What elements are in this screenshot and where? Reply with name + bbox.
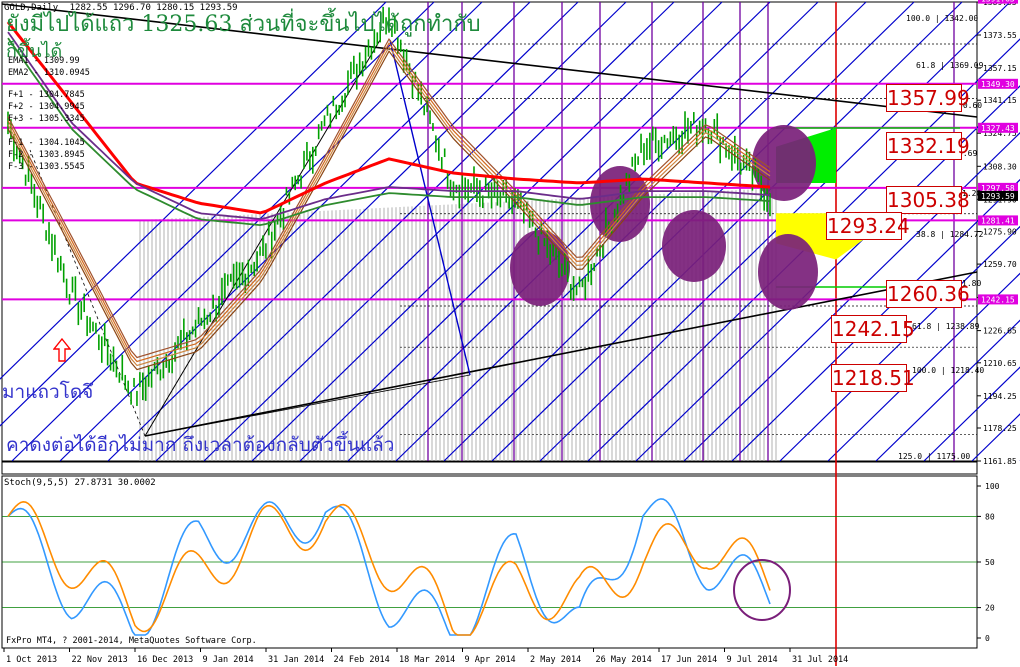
stoch-tick-label: 0 — [985, 634, 990, 643]
purple-circle-marker — [510, 230, 570, 306]
time-tick-label: 26 May 2014 — [596, 655, 652, 665]
price-tick-label: 1308.30 — [983, 162, 1017, 171]
f-line-1: F+1 - 1304.7845 — [8, 90, 85, 100]
boxed-label-1332: 1332.19 — [886, 132, 970, 160]
time-tick-label: 22 Nov 2013 — [72, 655, 128, 665]
time-tick-label: 9 Jan 2014 — [203, 655, 254, 665]
boxed-label-1305: 1305.38 — [886, 186, 970, 214]
price-tag-label: 1391.63 — [981, 0, 1015, 4]
fm-line-3: F-3 - 1303.5545 — [8, 162, 85, 172]
time-tick-label: 24 Feb 2014 — [334, 655, 390, 665]
fib-label-618-top: 61.8 | 1369.09 — [916, 61, 984, 70]
boxed-label-1260: 1260.36 — [886, 280, 970, 308]
price-tick-label: 1210.65 — [983, 359, 1017, 368]
price-tick-label: 1357.15 — [983, 64, 1017, 73]
ema-line-2: EMA2 - 1310.0945 — [8, 68, 90, 78]
price-tick-label: 1373.55 — [983, 31, 1017, 40]
fib-label-618-low: 61.8 | 1238.89 — [912, 322, 980, 331]
thai-annotation-top: ยังมีไปได้แถว 1325.63 ส่วนที่จะขึ้นไปได้… — [6, 12, 481, 37]
boxed-label-1242: 1242.15 — [831, 315, 915, 343]
price-tick-label: 1226.65 — [983, 327, 1017, 336]
fib-label-125: 125.0 | 1175.00 — [898, 452, 971, 461]
up-arrow-icon — [53, 338, 71, 362]
stoch-tick-label: 80 — [985, 512, 995, 521]
stoch-tick-label: 20 — [985, 604, 995, 613]
time-tick-label: 16 Dec 2013 — [137, 655, 193, 665]
time-tick-label: 9 Apr 2014 — [465, 655, 516, 665]
thai-annotation-bottom: คาดงต่อได้อีกไม่มาก ถึงเวลาต้องกลับตัวขึ… — [6, 434, 395, 456]
stoch-tick-label: 50 — [985, 558, 995, 567]
price-tick-label: 1275.90 — [983, 228, 1017, 237]
fib-label-100-low: 100.0 | 1218.40 — [912, 366, 985, 375]
ema-line-1: EMA1 - 1309.99 — [8, 56, 80, 66]
ema-legend: EMA1 - 1309.99 EMA2 - 1310.0945 F+1 - 13… — [8, 55, 90, 173]
price-tag-label: 1327.43 — [981, 124, 1015, 133]
fm-line-2: F-2 - 1303.8945 — [8, 150, 85, 160]
copyright: FxPro MT4, ? 2001-2014, MetaQuotes Softw… — [6, 636, 257, 646]
time-tick-label: 31 Jan 2014 — [268, 655, 324, 665]
time-tick-label: 18 Mar 2014 — [399, 655, 455, 665]
f-line-3: F+3 - 1305.3345 — [8, 114, 85, 124]
price-tick-label: 1161.85 — [983, 457, 1017, 466]
purple-circle-marker — [758, 234, 818, 310]
price-tag-label: 1349.30 — [981, 80, 1015, 89]
price-tick-label: 1178.25 — [983, 424, 1017, 433]
time-tick-label: 1 Oct 2013 — [6, 655, 57, 665]
fib-label-382: 38.8 | 1284.72 — [916, 230, 984, 239]
price-tag-label: 1242.15 — [981, 295, 1015, 304]
price-tick-label: 1194.25 — [983, 392, 1017, 401]
time-tick-label: 17 Jun 2014 — [661, 655, 717, 665]
price-tag-label: 1293.59 — [981, 192, 1015, 201]
boxed-label-1357: 1357.99 — [886, 84, 970, 112]
fib-label-100: 100.0 | 1342.00 — [906, 14, 979, 23]
chart-window: 1389.951373.551357.151341.151324.751308.… — [0, 0, 1020, 667]
volume-strip — [1, 461, 978, 475]
boxed-label-1218: 1218.51 — [831, 364, 915, 392]
time-tick-label: 9 Jul 2014 — [727, 655, 778, 665]
thai-annotation-mid: มาแถวโดจึ — [2, 381, 94, 403]
f-line-2: F+2 - 1304.9945 — [8, 102, 85, 112]
time-tick-label: 31 Jul 2014 — [792, 655, 848, 665]
fm-line-1: F-1 - 1304.1045 — [8, 138, 85, 148]
boxed-label-1293: 1293.24 — [826, 212, 910, 240]
purple-circle-marker — [662, 210, 726, 282]
stoch-label: Stoch(9,5,5) 27.8731 30.0002 — [4, 478, 156, 488]
price-tick-label: 1341.15 — [983, 96, 1017, 105]
stoch-tick-label: 100 — [985, 482, 1000, 491]
time-tick-label: 2 May 2014 — [530, 655, 581, 665]
price-tick-label: 1259.70 — [983, 260, 1017, 269]
price-tag-label: 1281.41 — [981, 216, 1015, 225]
